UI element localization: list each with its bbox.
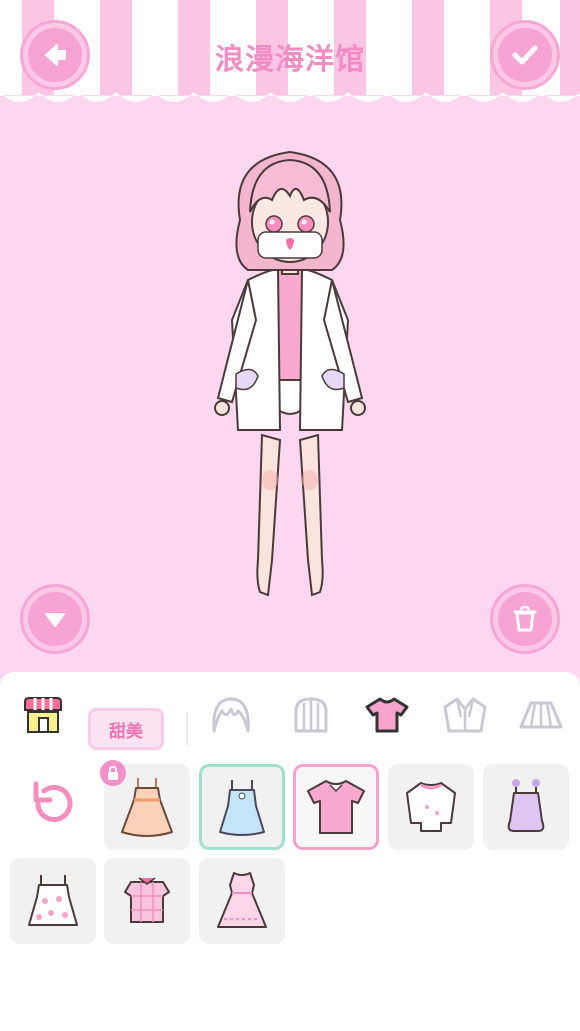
trash-icon: [498, 592, 552, 646]
clothing-item-7[interactable]: [104, 858, 190, 944]
collapse-button[interactable]: [20, 584, 90, 654]
pink-lace-dress-icon: [217, 872, 267, 928]
white-ruffle-top-icon: [406, 782, 456, 832]
trash-button[interactable]: [490, 584, 560, 654]
triangle-down-icon: [28, 592, 82, 646]
clothing-item-5[interactable]: [483, 764, 569, 850]
orange-dress-icon: [121, 778, 173, 837]
style-tag-sweet[interactable]: 甜美: [88, 708, 164, 750]
checkmark-icon: [498, 28, 552, 82]
arrow-left-icon: [28, 28, 82, 82]
shop-icon[interactable]: [18, 690, 68, 740]
jacket-icon[interactable]: [440, 690, 490, 740]
reset-icon: [33, 781, 73, 822]
blue-camisole-dress-icon: [219, 780, 265, 836]
category-divider: [186, 712, 188, 746]
clothing-item-4[interactable]: [388, 764, 474, 850]
clothing-item-8[interactable]: [199, 858, 285, 944]
reset-button[interactable]: [24, 776, 80, 832]
hair-back-icon[interactable]: [286, 690, 336, 740]
purple-camisole-icon: [507, 779, 545, 832]
lock-icon: [100, 760, 126, 786]
back-button[interactable]: [20, 20, 90, 90]
clothing-item-2[interactable]: [199, 764, 285, 850]
avatar-character: [214, 150, 366, 597]
top-icon[interactable]: [362, 690, 412, 740]
skirt-icon[interactable]: [516, 690, 566, 740]
pink-tshirt-icon: [307, 780, 365, 834]
clothing-item-1[interactable]: [100, 760, 190, 850]
category-bar: 甜美: [0, 686, 580, 750]
clothing-item-6[interactable]: [10, 858, 96, 944]
dressup-stage: 浪漫海洋馆: [0, 0, 580, 690]
hair-front-icon[interactable]: [206, 690, 256, 740]
wardrobe-panel: 甜美: [0, 672, 580, 1031]
white-polka-dot-camisole-icon: [28, 875, 78, 926]
pink-plaid-top-icon: [124, 877, 170, 923]
clothing-item-3[interactable]: [293, 764, 379, 850]
confirm-button[interactable]: [490, 20, 560, 90]
